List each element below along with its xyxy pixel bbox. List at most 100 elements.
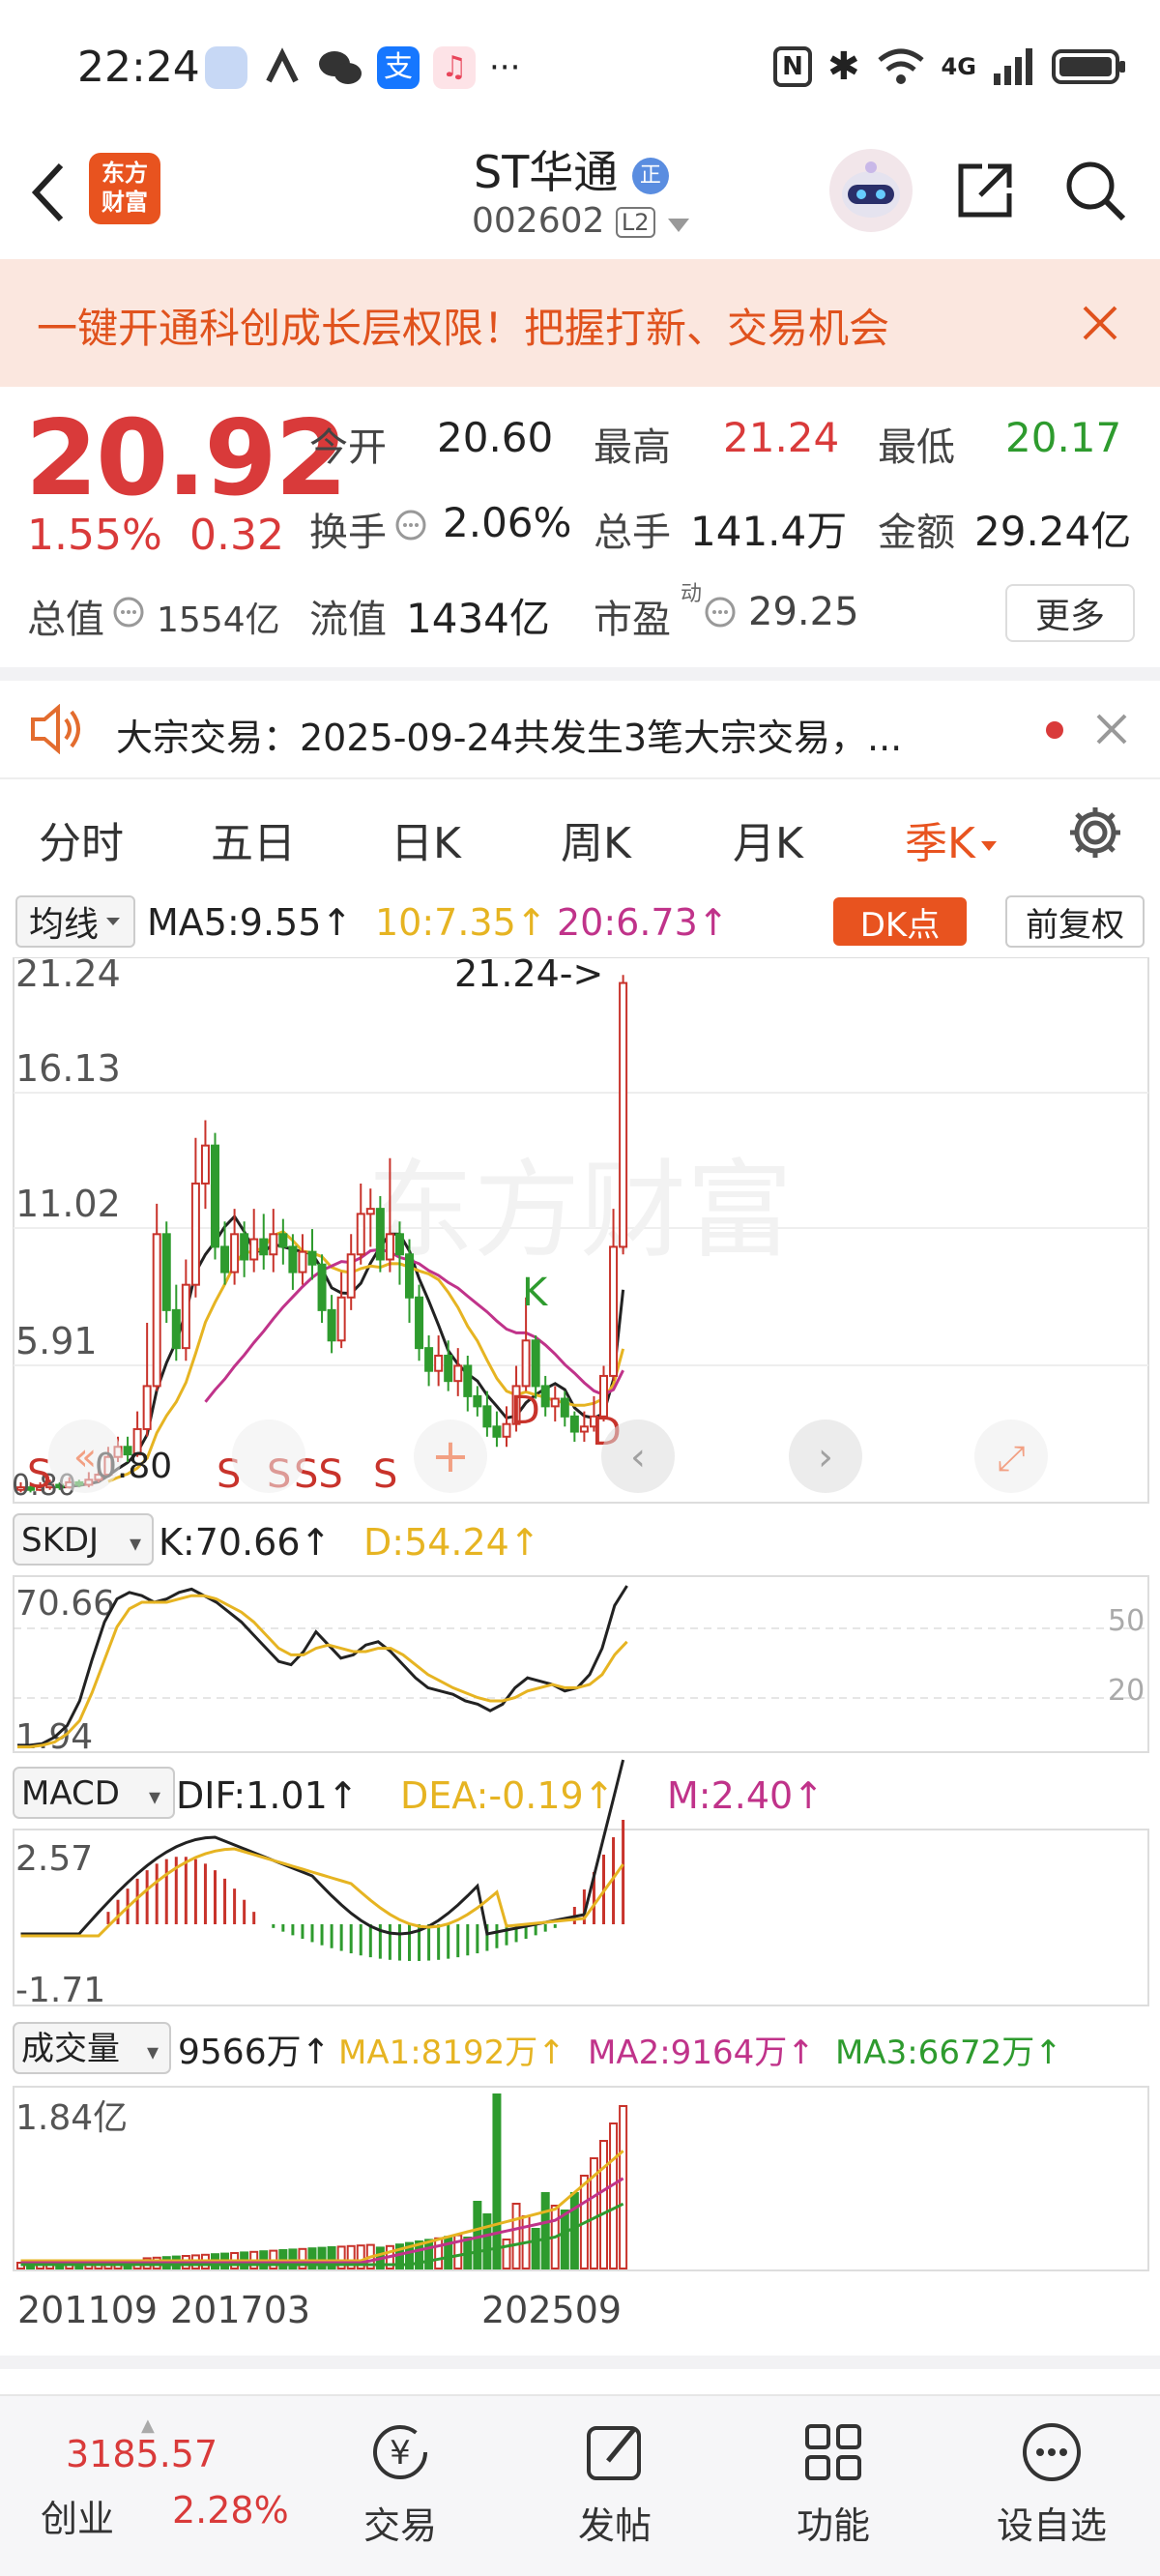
nav-add-watchlist-label: 设自选 <box>996 2503 1107 2547</box>
ai-assistant-button[interactable] <box>829 149 913 232</box>
candle <box>142 1385 152 1430</box>
volume-bar <box>619 2105 628 2269</box>
search-icon <box>1066 161 1126 221</box>
candle <box>230 1233 240 1273</box>
adjust-button-label: 前复权 <box>1026 905 1124 945</box>
logo-text: 东方 <box>102 160 148 187</box>
gear-icon <box>1070 807 1120 858</box>
index-ticker[interactable]: ▲ 3185.57 创业 2.28% <box>37 2415 289 2541</box>
notification-icons: 支 ♫ ··· <box>205 46 520 89</box>
volume-bar <box>531 2228 540 2269</box>
candle <box>317 1263 327 1311</box>
chart-nav-overlay: « + ‹ › ⤢ <box>48 1420 1048 1493</box>
candle <box>619 981 628 1248</box>
speaker-icon <box>27 703 85 758</box>
candle <box>365 1208 375 1215</box>
volume-bar <box>492 2093 502 2269</box>
close-icon <box>1096 714 1127 745</box>
close-notice-button[interactable] <box>1090 708 1133 750</box>
signal-marker: D <box>510 1389 540 1433</box>
nav-trade[interactable]: ¥ 交易 <box>323 2406 478 2561</box>
low-value: 20.17 <box>1005 414 1122 461</box>
ma-legend-row: 均线 MA5:9.55↑ 10:7.35↑ 20:6.73↑ DK点 前复权 <box>0 892 1160 953</box>
price-axis-label: 21.24 <box>15 957 121 995</box>
promo-banner[interactable]: 一键开通科创成长层权限！把握打新、交易机会 <box>0 259 1160 387</box>
badge-icon: 正 <box>631 157 669 194</box>
candle <box>550 1397 560 1408</box>
candle <box>249 1238 259 1261</box>
price-axis-label: 11.02 <box>15 1183 121 1225</box>
tab-quarterly-label: 季K <box>905 819 975 868</box>
stock-code-row[interactable]: 002602 L2 <box>472 201 691 243</box>
ma-selector[interactable]: 均线 <box>15 895 135 948</box>
signal-marker: K <box>522 1271 549 1315</box>
macd-m-value: M:2.40↑ <box>667 1774 824 1817</box>
mktcap-value: 1554亿 <box>157 600 280 640</box>
candle <box>269 1233 278 1256</box>
ma5-value: MA5:9.55↑ <box>147 901 353 944</box>
nav-trade-label: 交易 <box>362 2503 437 2547</box>
more-button[interactable]: 更多 <box>1005 584 1135 642</box>
volume-caret-icon: ▾ <box>147 2038 159 2065</box>
candle <box>171 1308 181 1350</box>
float-value: 1434亿 <box>406 595 550 642</box>
header: 东方 财富 ST华通 正 002602 L2 <box>0 135 1160 259</box>
macd-dea-value: DEA:-0.19↑ <box>400 1774 615 1817</box>
volume-value: 141.4万 <box>690 508 848 555</box>
volume-bar <box>444 2236 453 2269</box>
music-icon: ♫ <box>433 46 476 89</box>
adjust-button[interactable]: 前复权 <box>1005 895 1145 948</box>
status-bar: 22:24 支 ♫ ··· N ✱ 4G <box>0 0 1160 135</box>
close-banner-button[interactable] <box>1071 294 1129 352</box>
tab-five-day[interactable]: 五日 <box>211 808 296 870</box>
max-price-label: 21.24-> <box>454 957 603 995</box>
search-button[interactable] <box>1061 157 1129 224</box>
chart-settings-button[interactable] <box>1063 801 1127 864</box>
candle <box>424 1347 434 1372</box>
amount-label: 金额 <box>878 511 955 555</box>
candle <box>327 1308 336 1342</box>
dk-button[interactable]: DK点 <box>833 897 967 946</box>
candle <box>579 1425 589 1433</box>
volume-bar <box>569 2192 579 2269</box>
volume-ma1-value: MA1:8192万↑ <box>338 2034 566 2072</box>
compose-icon <box>587 2425 641 2480</box>
candle <box>560 1397 569 1418</box>
index-change: 2.28% <box>172 2489 289 2532</box>
stock-code: 002602 <box>472 201 605 241</box>
system-icons: N ✱ 4G <box>773 44 1127 89</box>
watermark: 东方财富 <box>367 1149 793 1273</box>
stock-name: ST华通 <box>474 146 619 198</box>
nav-add-watchlist[interactable]: 设自选 <box>974 2406 1129 2561</box>
share-button[interactable] <box>951 157 1019 224</box>
more-label: 更多 <box>1034 597 1105 636</box>
tab-weekly-k[interactable]: 周K <box>561 808 631 870</box>
skdj-axis-label: 70.66 <box>15 1584 115 1624</box>
divider <box>0 2356 1160 2369</box>
nav-functions-label: 功能 <box>796 2503 870 2547</box>
nav-post[interactable]: 发帖 <box>537 2406 692 2561</box>
candle <box>521 1339 531 1388</box>
skdj-panel-frame <box>13 1575 1149 1753</box>
kline-chart[interactable]: 东方财富 21.24 16.13 11.02 5.91 0.80 21.24->… <box>0 957 1160 2369</box>
back-button[interactable] <box>14 159 81 226</box>
alipay-icon: 支 <box>377 46 420 89</box>
candle <box>609 1245 619 1377</box>
pe-value: 29.25 <box>748 590 859 634</box>
candle <box>502 1422 511 1438</box>
tab-daily-k[interactable]: 日K <box>391 808 461 870</box>
candle <box>288 1245 298 1273</box>
price-axis-label: 16.13 <box>15 1047 121 1090</box>
logo-text: 财富 <box>102 189 148 216</box>
notice-bar[interactable]: 大宗交易：2025-09-24共发生3笔大宗交易，... <box>0 681 1160 777</box>
tab-intraday[interactable]: 分时 <box>39 808 124 870</box>
candle <box>405 1253 414 1299</box>
candle <box>240 1233 249 1261</box>
dk-button-label: DK点 <box>859 905 941 945</box>
eastmoney-logo[interactable]: 东方 财富 <box>89 153 160 224</box>
candle <box>434 1354 444 1372</box>
nav-functions[interactable]: 功能 <box>756 2406 911 2561</box>
tab-quarterly-k[interactable]: 季K <box>905 808 999 870</box>
tab-monthly-k[interactable]: 月K <box>733 808 803 870</box>
zoom-out-button[interactable] <box>232 1420 305 1493</box>
